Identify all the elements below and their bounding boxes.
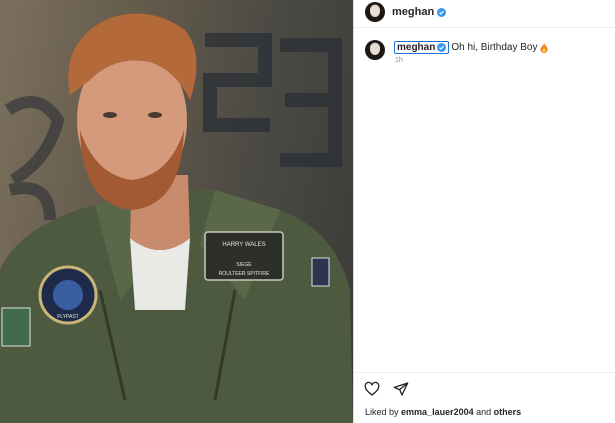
- name-tag-line3: ROULTEER SPITFIRE: [219, 271, 270, 277]
- avatar[interactable]: [365, 40, 385, 60]
- username-link[interactable]: meghan: [392, 6, 447, 18]
- liked-by-user-link[interactable]: emma_lauer2004: [401, 407, 474, 417]
- mention-link[interactable]: meghan: [394, 41, 450, 54]
- likes-and: and: [476, 407, 492, 417]
- username-label[interactable]: meghan: [392, 6, 434, 18]
- footer-divider: [354, 372, 615, 373]
- mention-label[interactable]: meghan: [397, 42, 435, 53]
- others-link[interactable]: others: [494, 407, 522, 417]
- post-photo[interactable]: HARRY WALES SIEGE ROULTEER SPITFIRE FLYP…: [0, 0, 353, 423]
- heart-icon[interactable]: [364, 381, 380, 397]
- verified-badge-icon: [437, 7, 447, 17]
- caption-comment: meghan Oh hi, Birthday Boy 1h: [354, 40, 615, 70]
- comment-timestamp: 1h: [395, 57, 403, 64]
- likes-summary: Liked by emma_lauer2004 and others: [365, 407, 521, 417]
- likes-prefix: Liked by: [365, 407, 399, 417]
- name-tag-line2: SIEGE: [236, 262, 252, 268]
- fire-emoji-icon: [540, 42, 547, 53]
- round-patch-text: FLYPAST: [57, 314, 79, 320]
- post-sidebar: meghan meghan Oh hi, Birthday Boy 1h Lik…: [353, 0, 615, 423]
- action-bar: [364, 381, 409, 397]
- avatar[interactable]: [365, 2, 385, 22]
- verified-badge-icon: [437, 43, 447, 52]
- header-divider: [354, 27, 615, 28]
- instagram-post: HARRY WALES SIEGE ROULTEER SPITFIRE FLYP…: [0, 0, 615, 423]
- post-header: meghan: [354, 0, 615, 24]
- portrait-image: HARRY WALES SIEGE ROULTEER SPITFIRE FLYP…: [0, 13, 353, 423]
- name-tag-line1: HARRY WALES: [222, 242, 265, 248]
- comment-line: meghan Oh hi, Birthday Boy: [394, 41, 548, 54]
- paper-plane-icon[interactable]: [393, 381, 409, 397]
- comment-text: Oh hi, Birthday Boy: [451, 42, 538, 53]
